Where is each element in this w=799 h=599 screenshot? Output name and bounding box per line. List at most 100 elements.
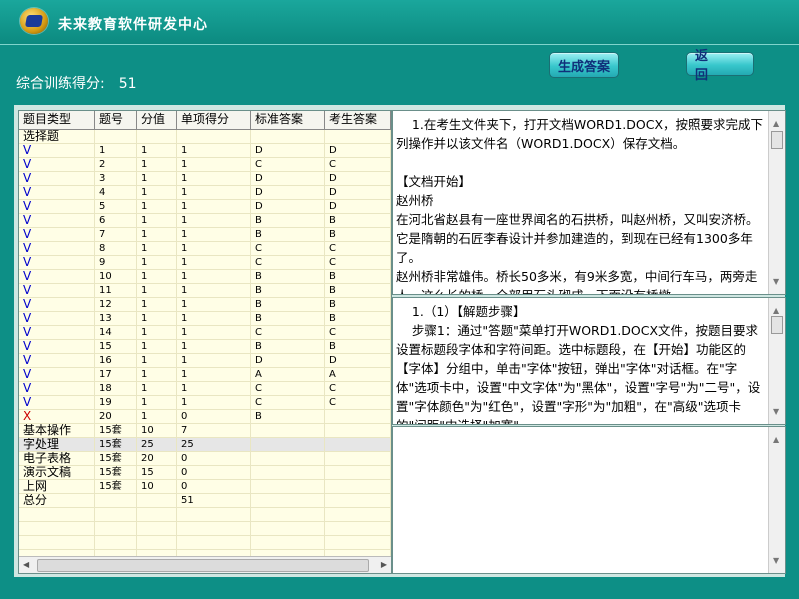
table-cell: V: [19, 312, 95, 325]
table-cell: 1: [137, 228, 177, 241]
vertical-scrollbar[interactable]: ▲ ▼: [768, 298, 785, 424]
table-cell: 20: [137, 452, 177, 465]
title-bar: 未来教育软件研发中心: [0, 0, 799, 45]
table-cell: 1: [177, 312, 251, 325]
scroll-right-icon[interactable]: ▶: [381, 560, 387, 569]
table-cell: D: [325, 186, 391, 199]
table-row[interactable]: V811CC: [19, 242, 391, 256]
table-cell: 1: [177, 144, 251, 157]
empty-row: [19, 536, 391, 550]
table-row[interactable]: 基本操作 15套 10 7: [19, 424, 391, 438]
table-cell: 0: [177, 410, 251, 423]
table-row[interactable]: V911CC: [19, 256, 391, 270]
table-cell: [251, 494, 325, 507]
table-cell: B: [251, 214, 325, 227]
table-row[interactable]: V311DD: [19, 172, 391, 186]
table-cell: V: [19, 214, 95, 227]
vertical-scrollbar[interactable]: ▲ ▼: [768, 427, 785, 573]
column-header[interactable]: 题目类型: [19, 111, 95, 129]
table-cell: 1: [137, 326, 177, 339]
table-row[interactable]: V 17 1 1 A A: [19, 368, 391, 382]
table-row[interactable]: V611BB: [19, 214, 391, 228]
table-row[interactable]: V211CC: [19, 158, 391, 172]
table-cell: 1: [177, 200, 251, 213]
table-cell: V: [19, 284, 95, 297]
table-row[interactable]: V 16 1 1 D D: [19, 354, 391, 368]
table-cell: D: [251, 144, 325, 157]
table-cell: 总分: [19, 494, 95, 507]
output-pane[interactable]: ▲ ▼: [392, 426, 786, 574]
table-cell: 1: [177, 298, 251, 311]
table-cell: 字处理: [19, 438, 95, 451]
scroll-thumb[interactable]: [37, 559, 369, 572]
column-header[interactable]: 题号: [95, 111, 137, 129]
table-row[interactable]: 电子表格 15套 20 0: [19, 452, 391, 466]
table-cell: D: [251, 354, 325, 367]
table-cell: D: [325, 354, 391, 367]
table-cell: 1: [137, 200, 177, 213]
table-cell: 18: [95, 382, 137, 395]
scroll-down-icon[interactable]: ▼: [773, 272, 779, 291]
table-cell: X: [19, 410, 95, 423]
vertical-scrollbar[interactable]: ▲ ▼: [768, 111, 785, 294]
table-cell: 2: [95, 158, 137, 171]
horizontal-scrollbar[interactable]: ◀ ▶: [19, 556, 391, 573]
table-cell: 10: [137, 480, 177, 493]
scroll-left-icon[interactable]: ◀: [23, 560, 29, 569]
empty-row: [19, 508, 391, 522]
table-row[interactable]: V 10 1 1 B B: [19, 270, 391, 284]
table-row[interactable]: 选择题: [19, 130, 391, 144]
table-cell: [251, 480, 325, 493]
table-row[interactable]: V 12 1 1 B B: [19, 298, 391, 312]
table-cell: [137, 494, 177, 507]
table-row[interactable]: V411DD: [19, 186, 391, 200]
column-header[interactable]: 单项得分: [177, 111, 251, 129]
column-header[interactable]: 考生答案: [325, 111, 391, 129]
table-row[interactable]: V 18 1 1 C C: [19, 382, 391, 396]
table-cell: 1: [137, 410, 177, 423]
table-cell: [251, 452, 325, 465]
table-cell: B: [325, 284, 391, 297]
table-cell: B: [325, 298, 391, 311]
table-cell: 1: [137, 186, 177, 199]
table-row[interactable]: V 13 1 1 B B: [19, 312, 391, 326]
table-row[interactable]: V 15 1 1 B B: [19, 340, 391, 354]
question-text-pane[interactable]: 1.在考生文件夹下，打开文档WORD1.DOCX，按照要求完成下列操作并以该文件…: [392, 110, 786, 295]
table-cell: 1: [137, 270, 177, 283]
table-cell: 15套: [95, 438, 137, 451]
table-row[interactable]: V111DD: [19, 144, 391, 158]
table-row[interactable]: V711BB: [19, 228, 391, 242]
table-row[interactable]: 演示文稿 15套 15 0: [19, 466, 391, 480]
back-button[interactable]: 返 回: [686, 49, 754, 83]
table-row[interactable]: V 19 1 1 C C: [19, 396, 391, 410]
empty-row: [19, 522, 391, 536]
table-row[interactable]: V 14 1 1 C C: [19, 326, 391, 340]
table-row[interactable]: 总分 51: [19, 494, 391, 508]
table-cell: 4: [95, 186, 137, 199]
table-cell: B: [251, 298, 325, 311]
table-row[interactable]: V511DD: [19, 200, 391, 214]
table-row[interactable]: V 11 1 1 B B: [19, 284, 391, 298]
scroll-thumb[interactable]: [771, 316, 783, 334]
column-header[interactable]: 分值: [137, 111, 177, 129]
column-header[interactable]: 标准答案: [251, 111, 325, 129]
table-cell: [95, 130, 137, 143]
table-cell: 7: [177, 424, 251, 437]
table-cell: V: [19, 396, 95, 409]
table-row[interactable]: 上网 15套 10 0: [19, 480, 391, 494]
table-cell: [251, 424, 325, 437]
question-text: 1.在考生文件夹下，打开文档WORD1.DOCX，按照要求完成下列操作并以该文件…: [396, 117, 764, 294]
solution-steps-pane[interactable]: 1.（1）【解题步骤】 步骤1：通过"答题"菜单打开WORD1.DOCX文件，按…: [392, 297, 786, 425]
table-cell: 5: [95, 200, 137, 213]
scroll-down-icon[interactable]: ▼: [773, 402, 779, 421]
table-cell: V: [19, 228, 95, 241]
table-cell: [325, 466, 391, 479]
table-body: 选择题 V 1 1 1 D D V 2 1 1 C C V 3 1 1 D D V 4 1 1 D D V 5 1 1 D D V 6 1 1 B B V…: [19, 130, 391, 573]
scroll-thumb[interactable]: [771, 131, 783, 149]
generate-answer-button[interactable]: 生成答案: [549, 52, 619, 78]
table-row[interactable]: 字处理 15套 25 25: [19, 438, 391, 452]
scroll-down-icon[interactable]: ▼: [773, 551, 779, 570]
table-row[interactable]: X 20 1 0 B: [19, 410, 391, 424]
scroll-up-icon[interactable]: ▲: [773, 430, 779, 449]
table-cell: 1: [177, 158, 251, 171]
